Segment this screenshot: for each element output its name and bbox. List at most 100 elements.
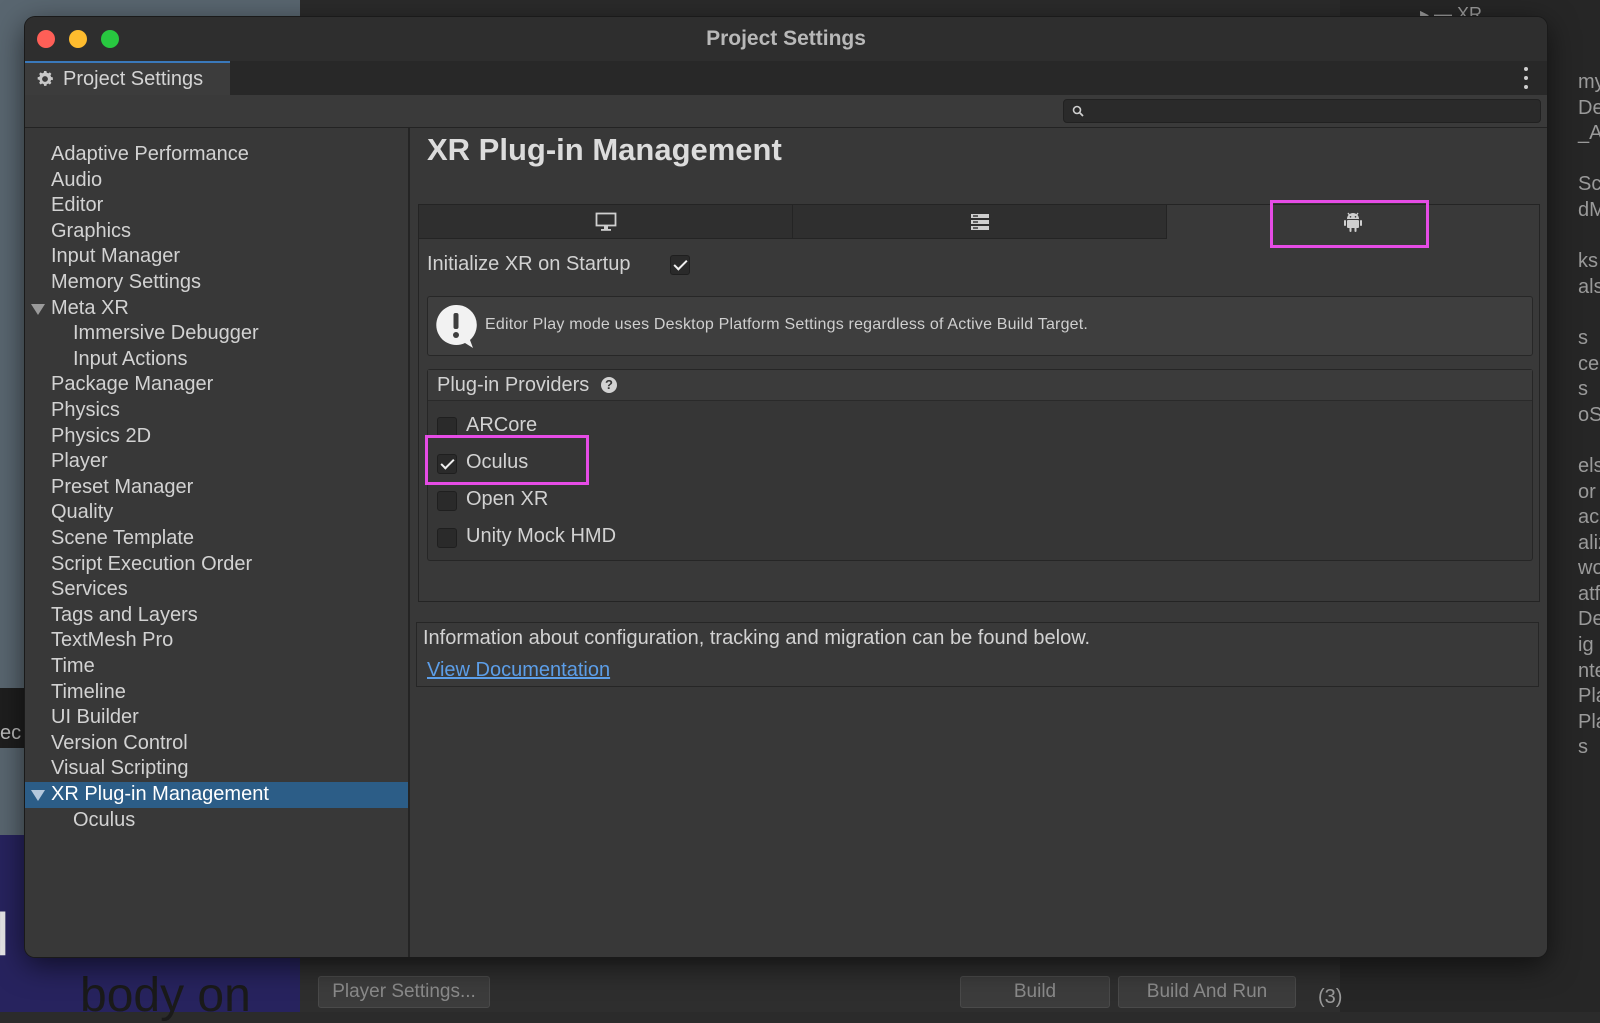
provider-label: ARCore [466,414,538,436]
sidebar-item-label: Scene Template [51,527,195,549]
sidebar-item[interactable]: Scene Template [25,526,408,552]
build-and-run-button[interactable]: Build And Run [1118,976,1296,1008]
sidebar-item-label: Immersive Debugger [73,322,259,345]
plugin-providers-header: Plug-in Providers ? [428,370,1532,401]
sidebar-item[interactable]: Physics [25,398,408,424]
sidebar-item-label: Preset Manager [51,475,194,498]
sidebar-item-label: Script Execution Order [51,552,253,575]
help-box: Editor Play mode uses Desktop Platform S… [427,296,1533,356]
plugin-providers-title: Plug-in Providers [437,374,590,396]
sidebar-item-label: Physics 2D [51,424,152,447]
monitor-icon [595,212,616,231]
sidebar-item-label: Audio [51,168,103,191]
sidebar-item[interactable]: Time [25,654,408,680]
info-warning-icon [436,304,477,348]
background-game-text-partial: l [0,901,10,968]
provider-checkbox[interactable] [437,417,457,437]
settings-content: XR Plug-in Management Initialize XR on S… [410,128,1547,957]
sidebar-item-label: Quality [51,501,114,524]
initialize-xr-label: Initialize XR on Startup [427,253,631,275]
sidebar-item[interactable]: Preset Manager [25,475,408,501]
sidebar-item-label: Package Manager [51,373,214,396]
sidebar-item[interactable]: Quality [25,500,408,526]
tab-project-settings[interactable]: Project Settings [25,61,230,95]
window-title: Project Settings [706,27,866,50]
sidebar-item-label: Physics [51,399,120,421]
sidebar-item[interactable]: XR Plug-in Management [25,782,408,808]
platform-settings-box: Initialize XR on Startup Editor Play mod… [418,200,1540,602]
sidebar-item-label: Graphics [51,219,132,242]
sidebar-item[interactable]: Services [25,577,408,603]
sidebar-item[interactable]: UI Builder [25,705,408,731]
android-tab-highlight [1270,200,1429,248]
sidebar-item[interactable]: Input Manager [25,244,408,270]
sidebar-item[interactable]: Package Manager [25,372,408,398]
provider-checkbox[interactable] [437,491,457,511]
background-fragment-text: ec [0,722,22,744]
gear-icon [37,71,53,86]
sidebar-item[interactable]: Version Control [25,731,408,757]
tab-server-platform[interactable] [793,205,1167,239]
sidebar-item[interactable]: Player [25,449,408,475]
sidebar-item[interactable]: Input Actions [25,347,408,373]
title-bar: Project Settings [25,17,1547,61]
sidebar-item[interactable]: Script Execution Order [25,552,408,578]
oculus-highlight [425,435,589,485]
sidebar-item-label: Adaptive Performance [51,143,249,165]
sidebar-item-label: Meta XR [51,296,129,319]
plugin-providers-panel: Plug-in Providers ? ARCore Oculus Open XR U… [425,369,1533,561]
expand-arrow-icon[interactable] [31,790,45,801]
server-icon [970,213,989,230]
sidebar-item[interactable]: Graphics [25,219,408,245]
sidebar-item-label: Services [51,578,128,601]
sidebar-item-label: Editor [51,194,104,217]
sidebar-item[interactable]: Visual Scripting [25,756,408,782]
sidebar-item-label: UI Builder [51,706,139,729]
sidebar-item-label: XR Plug-in Management [51,783,269,805]
sidebar-item[interactable]: Physics 2D [25,424,408,450]
sidebar-item-label: Visual Scripting [51,757,189,780]
sidebar-item-label: Timeline [51,680,126,703]
sidebar-item[interactable]: Timeline [25,680,408,706]
sidebar-item-label: TextMesh Pro [51,629,174,652]
documentation-info-box: Information about configuration, trackin… [416,622,1539,687]
sidebar-item-label: Input Manager [51,245,180,268]
expand-arrow-icon[interactable] [31,303,45,315]
help-message: Editor Play mode uses Desktop Platform S… [485,316,1089,333]
sidebar-item[interactable]: Immersive Debugger [25,321,408,347]
sidebar-item-label: Player [51,450,108,473]
project-settings-window: Project Settings Project Settings Adapti… [25,17,1547,957]
build-button[interactable]: Build [960,976,1110,1008]
documentation-info-text: Information about configuration, trackin… [423,627,1091,649]
player-settings-button[interactable]: Player Settings... [318,976,490,1008]
settings-sidebar: Adaptive Performance Audio Editor Graphics I… [25,128,410,957]
provider-label: Unity Mock HMD [466,525,617,547]
more-options-icon[interactable] [1523,67,1529,89]
provider-label: Open XR [466,488,549,510]
sidebar-item[interactable]: Editor [25,193,408,219]
page-title: XR Plug-in Management [427,132,782,167]
sidebar-item[interactable]: Memory Settings [25,270,408,296]
sidebar-item-label: Oculus [73,808,136,831]
sidebar-item-label: Version Control [51,731,188,754]
sidebar-item[interactable]: Meta XR [25,296,408,322]
view-documentation-link[interactable]: View Documentation [427,659,610,682]
help-icon[interactable]: ? [601,377,617,393]
sidebar-item[interactable]: Oculus [25,808,408,834]
background-inspector-text: my De _A Sc dM ks als s ce s oS els or a… [1578,71,1600,759]
sidebar-item[interactable]: Adaptive Performance [25,142,408,168]
tab-desktop-platform[interactable] [419,205,793,239]
initialize-xr-checkbox[interactable] [670,255,690,275]
sidebar-item-label: Memory Settings [51,271,202,293]
tab-bar: Project Settings [25,61,1547,96]
provider-checkbox[interactable] [437,528,457,548]
sidebar-item-label: Time [51,655,95,677]
search-icon [1072,105,1084,117]
search-row [25,95,1547,128]
sidebar-item[interactable]: Tags and Layers [25,603,408,629]
search-input[interactable] [1063,99,1541,123]
sidebar-item-label: Input Actions [73,347,188,370]
sidebar-item[interactable]: TextMesh Pro [25,628,408,654]
sidebar-item[interactable]: Audio [25,168,408,194]
background-counter: (3) [1318,986,1343,1008]
